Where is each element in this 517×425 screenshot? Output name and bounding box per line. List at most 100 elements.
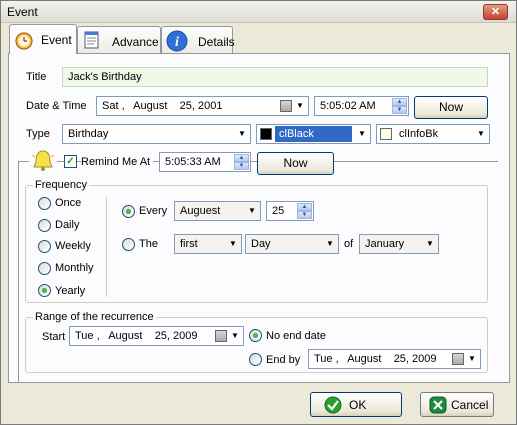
info-icon: i: [166, 30, 188, 52]
start-label: Start: [42, 331, 66, 343]
recurrence-title: Range of the recurrence: [33, 311, 156, 323]
month-select[interactable]: January ▼: [359, 234, 439, 254]
no-end-date-label: No end date: [266, 330, 326, 342]
radio-yearly[interactable]: [38, 284, 51, 297]
remind-time-spinner[interactable]: ▲ ▼: [234, 154, 249, 170]
spin-up-icon[interactable]: ▲: [297, 203, 312, 211]
ordinal-select[interactable]: first ▼: [174, 234, 242, 254]
color1-select[interactable]: clBlack ▼: [256, 124, 371, 144]
radio-weekly-label: Weekly: [55, 240, 91, 252]
end-by-date-value: Tue , August 25, 2009: [314, 353, 437, 365]
tab-advance-label: Advance: [112, 35, 159, 49]
radio-daily-label: Daily: [55, 219, 80, 231]
type-label: Type: [26, 128, 50, 140]
now-button[interactable]: Now: [414, 96, 488, 119]
radio-weekly[interactable]: [38, 240, 51, 253]
cancel-label: Cancel: [451, 398, 489, 412]
color2-select[interactable]: clInfoBk ▼: [376, 124, 490, 144]
radio-monthly-label: Monthly: [55, 262, 94, 274]
radio-once[interactable]: [38, 197, 51, 210]
spin-down-icon[interactable]: ▼: [297, 211, 312, 219]
chevron-down-icon[interactable]: ▼: [246, 205, 258, 217]
start-date-value: Tue , August 25, 2009: [75, 330, 198, 342]
tab-event[interactable]: Event: [9, 24, 77, 54]
unit-select[interactable]: Day ▼: [245, 234, 339, 254]
start-date-picker[interactable]: Tue , August 25, 2009 ▼: [69, 326, 244, 346]
remind-checkbox[interactable]: ✓: [64, 155, 77, 168]
color-swatch-infobk: [380, 128, 392, 140]
tab-event-label: Event: [41, 33, 72, 47]
event-dialog: Event ✕ Event Advance i Details Title Ja…: [0, 0, 517, 425]
time-spinner[interactable]: ▲ ▼: [392, 98, 407, 114]
frequency-separator: [106, 197, 107, 297]
color1-value: clBlack: [279, 128, 314, 140]
chevron-down-icon[interactable]: ▼: [424, 238, 436, 250]
chevron-down-icon[interactable]: ▼: [324, 238, 336, 250]
ok-button[interactable]: OK: [310, 392, 402, 417]
tab-advance[interactable]: Advance: [77, 26, 161, 53]
radio-monthly[interactable]: [38, 262, 51, 275]
chevron-down-icon[interactable]: ▼: [236, 128, 248, 140]
color2-value: clInfoBk: [399, 128, 439, 140]
chevron-down-icon[interactable]: ▼: [227, 238, 239, 250]
title-bar: Event ✕: [1, 1, 516, 23]
radio-yearly-label: Yearly: [55, 285, 86, 297]
the-label: The: [139, 238, 158, 250]
chevron-down-icon[interactable]: ▼: [294, 100, 306, 112]
bell-icon: [29, 147, 57, 175]
calendar-icon: [215, 330, 227, 342]
time-value: 5:05:02 AM: [320, 100, 376, 112]
tab-details-label: Details: [198, 35, 235, 49]
radio-no-end-date[interactable]: [249, 329, 262, 342]
chevron-down-icon[interactable]: ▼: [466, 353, 478, 365]
close-button[interactable]: ✕: [483, 4, 508, 20]
frequency-title: Frequency: [33, 179, 89, 191]
end-by-label: End by: [266, 354, 301, 366]
alarm-clock-icon: [15, 32, 33, 50]
every-day-input[interactable]: 25 ▲ ▼: [266, 201, 314, 221]
remind-now-button[interactable]: Now: [257, 152, 334, 175]
ordinal-value: first: [180, 238, 198, 250]
radio-end-by[interactable]: [249, 353, 262, 366]
notepad-icon: [84, 31, 99, 49]
every-label: Every: [139, 205, 168, 217]
month-value: January: [365, 238, 405, 250]
type-select[interactable]: Birthday ▼: [62, 124, 251, 144]
datetime-label: Date & Time: [26, 100, 87, 112]
remind-divider-left: [18, 161, 19, 383]
svg-text:i: i: [175, 35, 179, 50]
title-value: Jack's Birthday: [68, 71, 142, 83]
calendar-icon: [280, 100, 292, 112]
date-value: Sat , August 25, 2001: [102, 100, 223, 112]
radio-once-label: Once: [55, 197, 82, 209]
ok-label: OK: [349, 398, 367, 412]
radio-every[interactable]: [122, 205, 135, 218]
cancel-icon: [429, 396, 447, 414]
radio-daily[interactable]: [38, 219, 51, 232]
window-title: Event: [7, 5, 38, 19]
spin-down-icon[interactable]: ▼: [234, 162, 249, 170]
check-icon: [324, 396, 342, 414]
end-by-date-picker[interactable]: Tue , August 25, 2009 ▼: [308, 349, 481, 369]
tab-details[interactable]: i Details: [161, 26, 235, 53]
spin-down-icon[interactable]: ▼: [392, 106, 407, 114]
cancel-button[interactable]: Cancel: [420, 392, 494, 417]
title-label: Title: [26, 71, 47, 83]
spin-up-icon[interactable]: ▲: [234, 154, 249, 162]
chevron-down-icon[interactable]: ▼: [475, 128, 487, 140]
every-month-value: Auguest: [180, 205, 221, 217]
remind-time-value: 5:05:33 AM: [165, 156, 221, 168]
chevron-down-icon[interactable]: ▼: [356, 128, 368, 140]
chevron-down-icon[interactable]: ▼: [229, 330, 241, 342]
every-month-select[interactable]: Auguest ▼: [174, 201, 261, 221]
calendar-icon: [452, 353, 464, 365]
date-picker[interactable]: Sat , August 25, 2001 ▼: [96, 96, 309, 116]
title-input[interactable]: Jack's Birthday: [62, 67, 488, 87]
remind-time-input[interactable]: 5:05:33 AM ▲ ▼: [159, 152, 251, 172]
time-input[interactable]: 5:05:02 AM ▲ ▼: [314, 96, 409, 116]
unit-value: Day: [251, 238, 271, 250]
radio-the[interactable]: [122, 238, 135, 251]
spin-up-icon[interactable]: ▲: [392, 98, 407, 106]
remind-label: Remind Me At: [81, 156, 154, 168]
every-day-spinner[interactable]: ▲ ▼: [297, 203, 312, 219]
